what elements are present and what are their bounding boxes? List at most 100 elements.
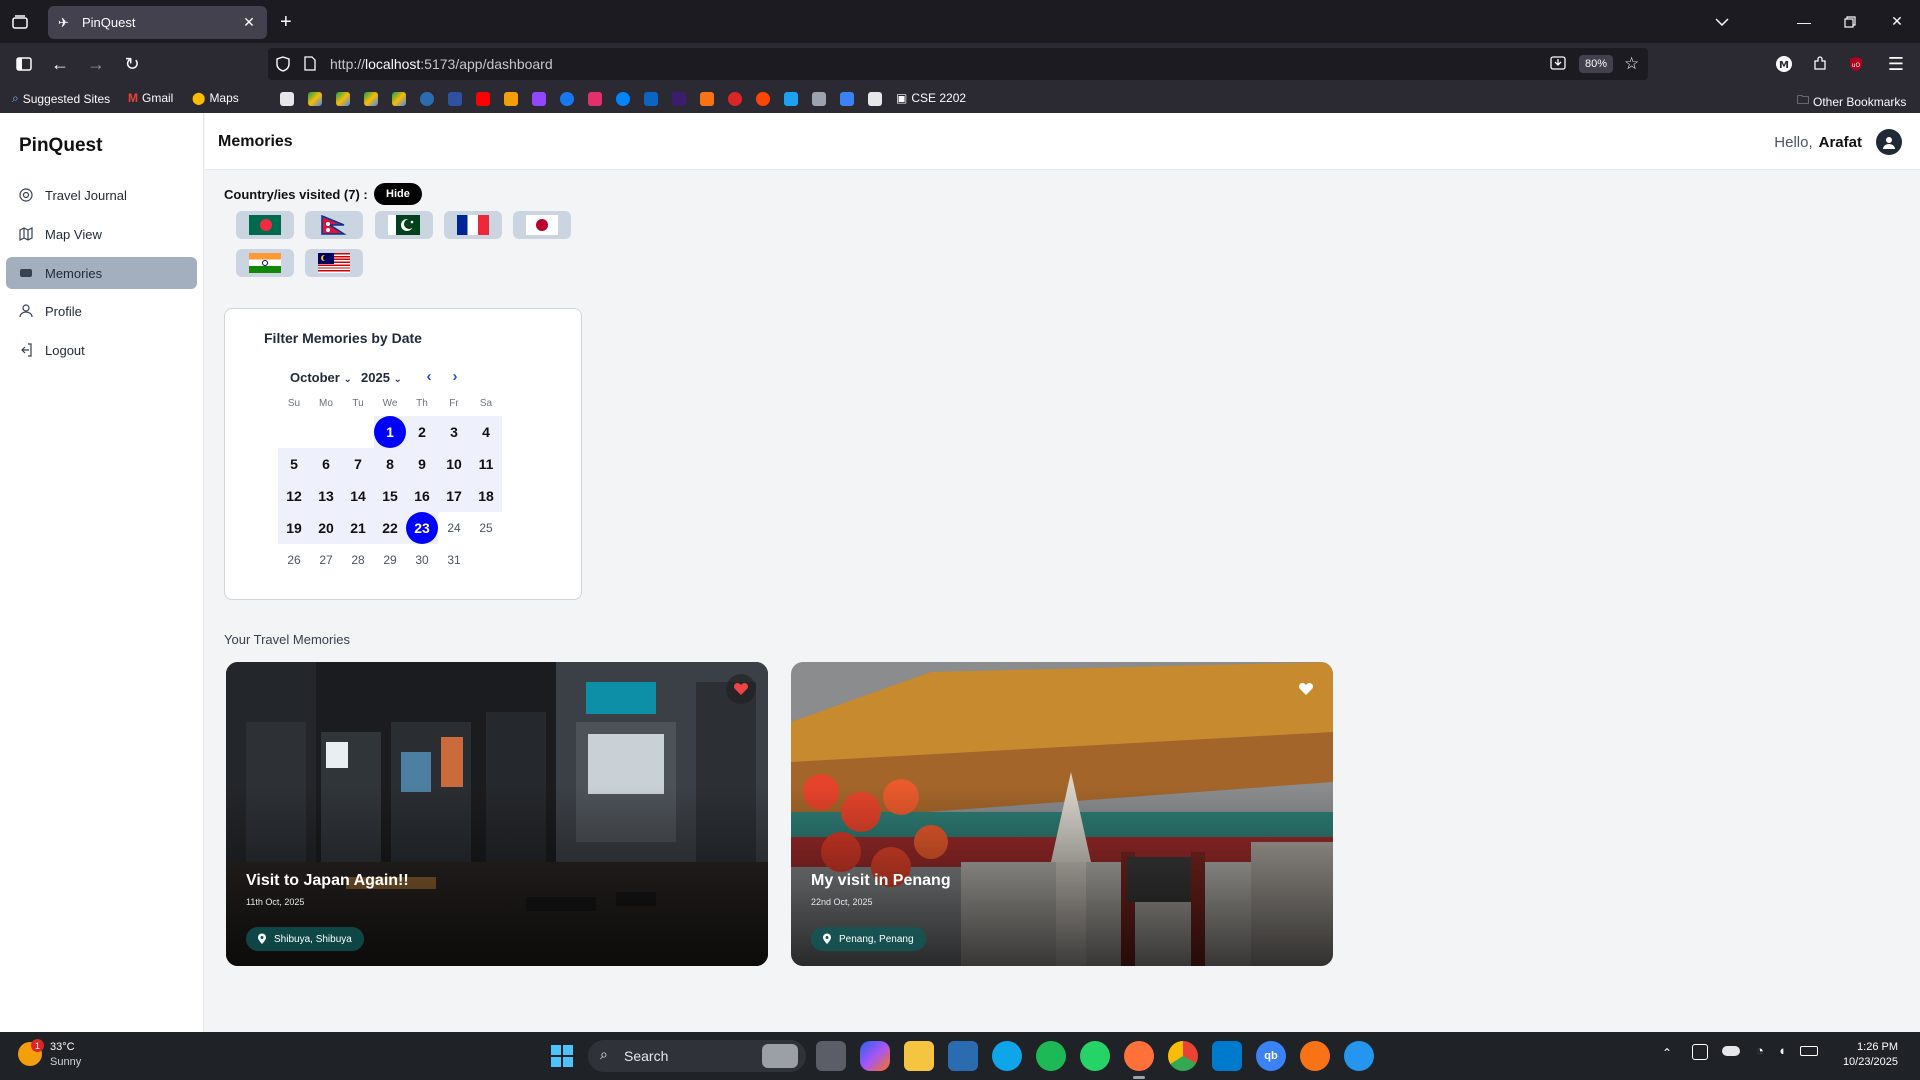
account-icon[interactable]: M <box>1772 52 1796 76</box>
edge-icon[interactable] <box>992 1041 1022 1071</box>
calendar-day[interactable]: 20 <box>310 512 342 544</box>
reload-icon[interactable]: ↻ <box>120 52 144 76</box>
memory-card[interactable]: My visit in Penang 22nd Oct, 2025 Penang… <box>791 662 1333 966</box>
forward-icon[interactable]: → <box>84 52 108 76</box>
tab-overview-icon[interactable] <box>0 0 40 43</box>
calendar-day[interactable]: 17 <box>438 480 470 512</box>
bookmark-facebook-icon[interactable] <box>560 92 574 106</box>
calendar-day[interactable]: 26 <box>278 544 310 576</box>
url-text[interactable]: http://localhost:5173/app/dashboard <box>330 56 553 72</box>
flag-pakistan[interactable] <box>375 211 433 239</box>
calendar-day[interactable]: 1 <box>374 416 406 448</box>
bookmark-instagram-icon[interactable] <box>588 92 602 106</box>
year-select[interactable]: 2025 ⌄ <box>361 370 402 385</box>
battery-icon[interactable] <box>1800 1046 1818 1056</box>
ublock-icon[interactable]: uO <box>1844 52 1868 76</box>
chrome-icon[interactable] <box>1168 1041 1198 1071</box>
sync-icon[interactable] <box>1692 1044 1708 1060</box>
bookmark-messenger-icon[interactable] <box>616 92 630 106</box>
bookmark-twitch-icon[interactable] <box>532 92 546 106</box>
calendar-day[interactable]: 3 <box>438 416 470 448</box>
calendar-day[interactable]: 31 <box>438 544 470 576</box>
calendar-day[interactable]: 21 <box>342 512 374 544</box>
bookmark-gmail[interactable]: M Gmail <box>128 91 173 105</box>
qbittorrent-icon[interactable]: qb <box>1256 1041 1286 1071</box>
clock[interactable]: 1:26 PM 10/23/2025 <box>1843 1041 1898 1068</box>
hide-countries-button[interactable]: Hide <box>374 183 422 205</box>
flag-japan[interactable] <box>513 211 571 239</box>
bookmark-mal-icon[interactable] <box>448 92 462 106</box>
calendar-day[interactable]: 24 <box>438 512 470 544</box>
sidebar-item-profile[interactable]: Profile <box>6 295 197 327</box>
bookmark-mt-icon[interactable] <box>504 92 518 106</box>
calendar-day[interactable]: 2 <box>406 416 438 448</box>
bookmark-chart-icon[interactable] <box>840 92 854 106</box>
postman-icon[interactable] <box>1300 1041 1330 1071</box>
close-tab-icon[interactable]: ✕ <box>241 14 257 31</box>
calendar-day[interactable]: 15 <box>374 480 406 512</box>
bookmark-maps[interactable]: ⬤ Maps <box>192 91 239 105</box>
sidebar-item-memories[interactable]: Memories <box>6 257 197 289</box>
page-icon[interactable] <box>304 56 316 76</box>
bookmark-chatgpt-icon[interactable] <box>280 92 294 106</box>
task-view-icon[interactable] <box>816 1041 846 1071</box>
taskbar-search[interactable]: ⌕ Search <box>588 1040 806 1072</box>
sidebar-toggle-icon[interactable] <box>12 52 36 76</box>
windows-start-icon[interactable] <box>547 1041 577 1071</box>
bookmark-drive-icon[interactable] <box>364 92 378 106</box>
calendar-day[interactable]: 18 <box>470 480 502 512</box>
flag-malaysia[interactable] <box>305 249 363 277</box>
calendar-day[interactable]: 8 <box>374 448 406 480</box>
onedrive-icon[interactable] <box>1722 1046 1740 1056</box>
calendar-day[interactable]: 10 <box>438 448 470 480</box>
minimize-icon[interactable]: — <box>1781 0 1827 43</box>
flag-nepal[interactable] <box>305 211 363 239</box>
memory-location-badge[interactable]: Penang, Penang <box>811 927 926 951</box>
sidebar-item-map-view[interactable]: Map View <box>6 218 197 250</box>
bookmark-page-icon[interactable] <box>812 92 826 106</box>
file-explorer-icon[interactable] <box>904 1041 934 1071</box>
restore-icon[interactable] <box>1827 0 1873 43</box>
zoom-level[interactable]: 80% <box>1579 55 1614 73</box>
calendar-day[interactable]: 14 <box>342 480 374 512</box>
menu-icon[interactable]: ☰ <box>1884 52 1908 76</box>
whatsapp-icon[interactable] <box>1080 1041 1110 1071</box>
browser-tab[interactable]: ✈ PinQuest ✕ <box>48 6 267 39</box>
bookmark-cse-2202[interactable]: ▣ CSE 2202 <box>896 91 966 105</box>
calendar-day[interactable]: 27 <box>310 544 342 576</box>
close-window-icon[interactable]: ✕ <box>1874 0 1920 43</box>
url-bar[interactable]: http://localhost:5173/app/dashboard 80% … <box>268 48 1648 80</box>
favorite-button[interactable] <box>1291 674 1321 704</box>
calendar-day[interactable]: 12 <box>278 480 310 512</box>
bookmark-linkedin-icon[interactable] <box>644 92 658 106</box>
calendar-day[interactable]: 23 <box>406 512 438 544</box>
bookmark-suggested-sites[interactable]: ⌕ Suggested Sites <box>12 91 110 106</box>
vscode-icon[interactable] <box>1212 1041 1242 1071</box>
spotify-icon[interactable] <box>1036 1041 1066 1071</box>
wifi-icon[interactable]: ◔ <box>1756 1043 1764 1058</box>
list-tabs-icon[interactable] <box>1699 0 1745 43</box>
sidebar-item-travel-journal[interactable]: Travel Journal <box>6 179 197 211</box>
volume-icon[interactable]: ◖ <box>1778 1043 1786 1058</box>
bookmark-sk-icon[interactable] <box>868 92 882 106</box>
microsoft-store-icon[interactable] <box>948 1041 978 1071</box>
bookmark-reddit-icon[interactable] <box>756 92 770 106</box>
bookmark-youtube-icon[interactable] <box>476 92 490 106</box>
month-select[interactable]: October ⌄ <box>290 370 352 385</box>
prev-month-icon[interactable]: ‹ <box>419 366 439 386</box>
bookmark-star-icon[interactable]: ☆ <box>1624 54 1639 74</box>
weather-condition[interactable]: Sunny <box>50 1056 81 1068</box>
favorite-button[interactable] <box>726 674 756 704</box>
calendar-day[interactable]: 19 <box>278 512 310 544</box>
download-icon[interactable] <box>1550 55 1566 76</box>
flag-france[interactable] <box>444 211 502 239</box>
bookmark-other-bookmarks[interactable]: 🗀 Other Bookmarks <box>1797 91 1906 112</box>
bookmark-codeforces-icon[interactable] <box>700 92 714 106</box>
calendar-day[interactable]: 30 <box>406 544 438 576</box>
avatar[interactable] <box>1876 129 1902 155</box>
sidebar-item-logout[interactable]: Logout <box>6 334 197 366</box>
calendar-day[interactable]: 4 <box>470 416 502 448</box>
calendar-day[interactable]: 29 <box>374 544 406 576</box>
weather-temperature[interactable]: 33°C <box>50 1041 75 1053</box>
calendar-day[interactable]: 7 <box>342 448 374 480</box>
